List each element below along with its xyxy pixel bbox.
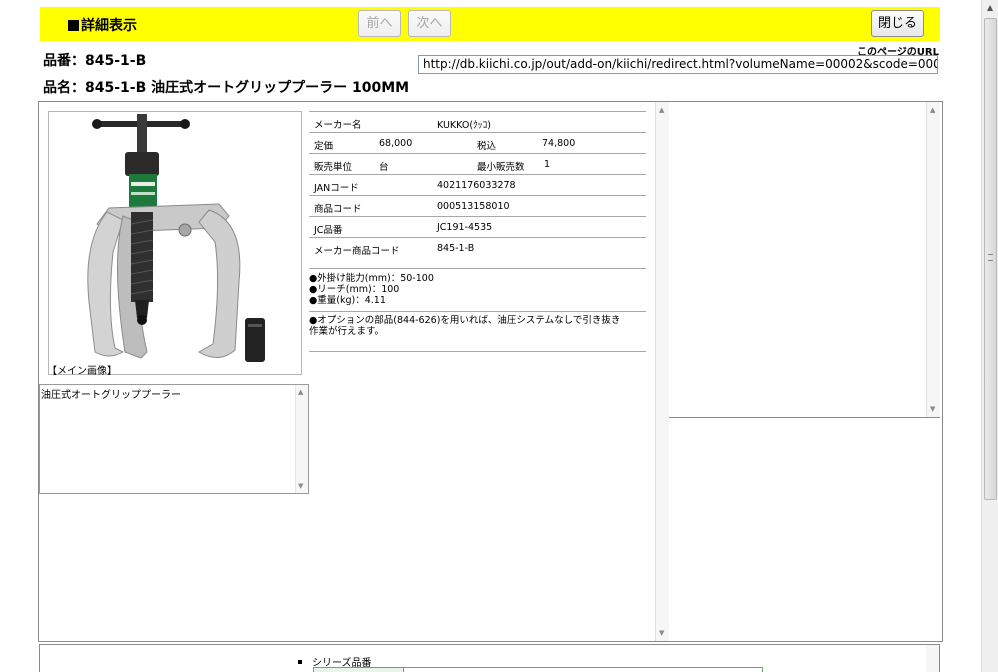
feature-list: ●外掛け能力(mm)：50-100 ●リーチ(mm)：100 ●重量(kg)：4… [309,273,646,306]
spec-label: 販売単位 [314,162,353,173]
square-bullet-icon [68,20,79,31]
spec-label: メーカー商品コード [314,246,400,257]
spec-table: メーカー名 KUKKO(ｸｯｺ) 定価 68,000 税込 74,800 販売単… [309,111,646,258]
scrollbar-thumb[interactable] [984,18,997,500]
series-scrollbar[interactable] [926,645,939,672]
bullet-icon [298,660,302,664]
divider [309,311,646,312]
page-scrollbar[interactable]: ▲ [981,0,998,672]
spec-label: 最小販売数 [477,162,525,173]
puller-tool-image [87,114,265,362]
product-image [48,111,302,375]
spec-value: 4021176033278 [437,180,516,191]
divider [309,268,646,269]
spec-label: JANコード [314,183,359,194]
series-table [313,667,763,672]
spec-label: JC品番 [314,225,343,236]
spec-value: 68,000 [379,138,413,149]
series-section: シリーズ品番 [39,644,940,672]
spec-value: 1 [544,159,551,170]
divider [309,351,646,352]
right-panel-scrollbar[interactable]: ▲ ▼ [926,102,940,417]
scroll-down-icon[interactable]: ▼ [930,405,935,413]
description-scrollbar[interactable]: ▲ ▼ [295,385,308,493]
spec-row-jc: JC品番 JC191-4535 [309,216,646,237]
page-url-field[interactable]: http://db.kiichi.co.jp/out/add-on/kiichi… [418,55,938,74]
product-number: 品番：845-1-B [43,53,147,69]
spec-row-maker-code: メーカー商品コード 845-1-B [309,237,646,258]
description-text: 油圧式オートグリッププーラー [41,390,181,401]
spec-value: KUKKO(ｸｯｺ) [437,120,492,131]
scroll-up-icon[interactable]: ▲ [987,3,993,12]
series-table-header-cell [314,668,404,672]
spec-row-price: 定価 68,000 税込 74,800 [309,132,646,153]
note-line: ●オプションの部品(844-626)を用いれば、油圧システムなしで引き抜き [309,315,621,326]
close-button[interactable]: 閉じる [871,10,924,37]
scroll-down-icon[interactable]: ▼ [298,482,303,490]
scroll-up-icon[interactable]: ▲ [659,106,664,114]
detail-panel: 【メイン画像】 油圧式オートグリッププーラー ▲ ▼ メーカー名 KUKKO(ｸ… [38,101,943,642]
note-text: ●オプションの部品(844-626)を用いれば、油圧システムなしで引き抜き 作業… [309,315,646,337]
image-caption: 【メイン画像】 [47,366,117,377]
spec-value: 000513158010 [437,201,510,212]
spec-label: 定価 [314,141,334,152]
spec-row-product-code: 商品コード 000513158010 [309,195,646,216]
spec-row-unit: 販売単位 台 最小販売数 1 [309,153,646,174]
right-lower-panel [669,419,940,641]
description-box[interactable]: 油圧式オートグリッププーラー ▲ ▼ [39,384,309,494]
feature-item: ●外掛け能力(mm)：50-100 [309,273,434,284]
spec-value: 74,800 [542,138,576,149]
prev-button[interactable]: 前へ [358,10,401,37]
note-line: 作業が行えます。 [309,326,385,337]
spec-label: メーカー名 [314,120,362,131]
feature-item: ●重量(kg)：4.11 [309,295,386,306]
spec-label: 税込 [477,141,497,152]
right-upper-panel: ▲ ▼ [669,102,940,418]
spec-row-jan: JANコード 4021176033278 [309,174,646,195]
spec-label: 商品コード [314,204,362,215]
spec-column-scrollbar[interactable]: ▲ ▼ [655,102,669,641]
spec-value: 845-1-B [437,243,475,254]
feature-item: ●リーチ(mm)：100 [309,284,400,295]
spec-value: 台 [379,162,389,173]
scroll-down-icon[interactable]: ▼ [659,629,664,637]
spec-row-maker: メーカー名 KUKKO(ｸｯｺ) [309,111,646,132]
spec-value: JC191-4535 [437,222,493,233]
grip-icon [988,254,993,261]
scroll-up-icon[interactable]: ▲ [298,388,303,396]
header-bar: 詳細表示 前へ 次へ 閉じる [40,7,940,41]
page-title: 詳細表示 [68,15,137,35]
next-button[interactable]: 次へ [408,10,451,37]
product-name: 品名：845-1-B 油圧式オートグリッププーラー 100MM [43,80,410,96]
scroll-up-icon[interactable]: ▲ [930,106,935,114]
